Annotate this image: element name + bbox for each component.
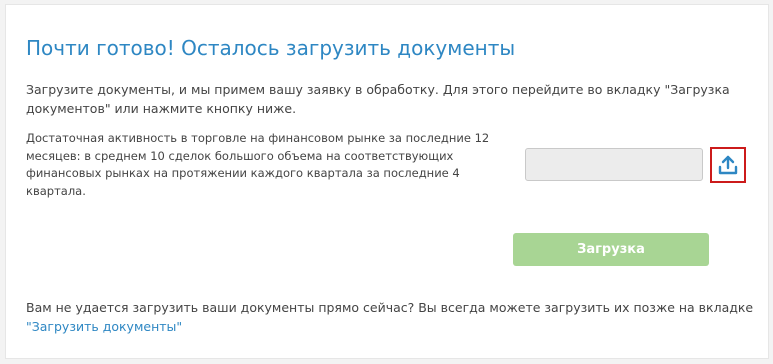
page-title: Почти готово! Осталось загрузить докумен…	[26, 36, 516, 60]
footer-message: Вам не удается загрузить ваши документы …	[26, 300, 754, 315]
upload-documents-tab-link[interactable]: "Загрузить документы"	[26, 319, 182, 334]
upload-submit-button[interactable]: Загрузка	[513, 233, 709, 266]
footer-text: Вам не удается загрузить ваши документы …	[26, 298, 756, 336]
file-name-field[interactable]	[525, 148, 703, 181]
upload-documents-card: Почти готово! Осталось загрузить докумен…	[5, 4, 769, 359]
intro-text: Загрузите документы, и мы примем вашу за…	[26, 82, 730, 116]
requirement-description: Достаточная активность в торговле на фин…	[26, 131, 490, 198]
upload-arrow-icon	[718, 155, 738, 175]
upload-file-button[interactable]	[710, 147, 746, 183]
